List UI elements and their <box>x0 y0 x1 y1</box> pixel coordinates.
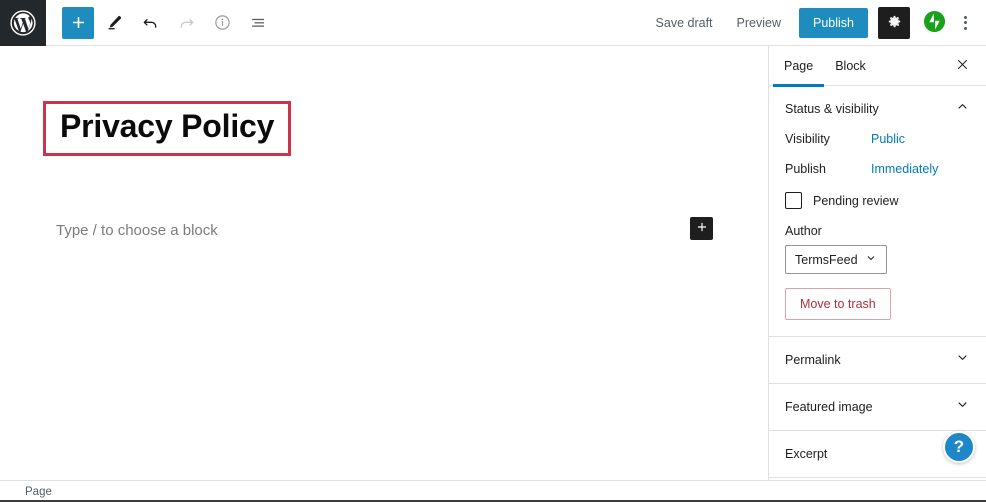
publish-button[interactable]: Publish <box>799 7 868 38</box>
panel-featured-image-title: Featured image <box>785 400 873 414</box>
visibility-value-button[interactable]: Public <box>871 132 905 146</box>
panel-excerpt-title: Excerpt <box>785 447 828 461</box>
save-draft-button[interactable]: Save draft <box>644 8 725 38</box>
inline-block-inserter-button[interactable] <box>690 217 713 240</box>
plus-icon <box>69 13 88 32</box>
visibility-row: Visibility Public <box>785 132 970 146</box>
publish-date-value-button[interactable]: Immediately <box>871 162 938 176</box>
post-details-button[interactable] <box>206 7 238 39</box>
tools-pencil-button[interactable] <box>98 7 130 39</box>
pending-review-checkbox[interactable] <box>785 192 802 209</box>
panel-status-visibility-body: Visibility Public Publish Immediately Pe… <box>769 132 986 336</box>
tab-block[interactable]: Block <box>824 46 877 86</box>
chevron-down-icon <box>865 252 877 267</box>
top-bar-left-tools <box>46 6 274 39</box>
list-view-icon <box>249 13 268 32</box>
undo-arrow-icon <box>141 13 160 32</box>
list-view-button[interactable] <box>242 7 274 39</box>
sidebar-tabs: Page Block <box>769 46 986 87</box>
panel-status-visibility: Status & visibility Visibility Public Pu… <box>769 86 986 337</box>
pencil-icon <box>105 13 124 32</box>
undo-button[interactable] <box>134 7 166 39</box>
pending-review-label: Pending review <box>813 193 899 208</box>
jetpack-button[interactable] <box>918 7 950 39</box>
visibility-label: Visibility <box>785 132 830 146</box>
post-title-annotation-box: Privacy Policy <box>43 101 292 156</box>
author-select[interactable]: TermsFeed <box>785 245 887 274</box>
top-bar-right-tools: Save draft Preview Publish <box>644 6 986 39</box>
breadcrumb: Page <box>25 485 52 498</box>
panel-permalink-header[interactable]: Permalink <box>769 337 986 383</box>
close-sidebar-button[interactable] <box>946 50 978 82</box>
panel-permalink-title: Permalink <box>785 353 841 367</box>
editor-top-bar: Save draft Preview Publish <box>0 0 986 46</box>
three-dots-vertical-icon <box>963 15 967 30</box>
redo-arrow-icon <box>177 13 196 32</box>
wordpress-logo-button[interactable] <box>0 0 46 46</box>
publish-date-label: Publish <box>785 162 826 176</box>
editor-canvas[interactable]: Privacy Policy Type / to choose a block <box>0 46 768 480</box>
chevron-down-icon <box>955 397 970 417</box>
panel-permalink: Permalink <box>769 337 986 384</box>
jetpack-bolt-icon <box>923 10 946 36</box>
chevron-up-icon <box>955 99 970 119</box>
preview-button[interactable]: Preview <box>725 8 793 38</box>
author-select-value: TermsFeed <box>795 252 858 267</box>
redo-button[interactable] <box>170 7 202 39</box>
wordpress-logo-icon <box>10 9 36 36</box>
gear-icon <box>886 13 903 33</box>
empty-block-placeholder[interactable]: Type / to choose a block <box>56 222 218 239</box>
more-options-button[interactable] <box>952 7 978 39</box>
tab-page[interactable]: Page <box>773 46 825 87</box>
panel-status-visibility-title: Status & visibility <box>785 102 879 116</box>
settings-button[interactable] <box>878 6 910 39</box>
publish-date-row: Publish Immediately <box>785 162 970 176</box>
move-to-trash-button[interactable]: Move to trash <box>785 288 891 320</box>
close-icon <box>955 57 970 75</box>
chevron-down-icon <box>955 350 970 370</box>
editor-status-bar: Page <box>0 480 986 502</box>
post-title-input[interactable]: Privacy Policy <box>60 109 274 144</box>
panel-status-visibility-header[interactable]: Status & visibility <box>769 86 986 132</box>
settings-sidebar: Page Block Status & visibility Visibilit… <box>768 46 986 480</box>
block-inserter-toggle-button[interactable] <box>62 6 94 39</box>
pending-review-row: Pending review <box>785 192 970 209</box>
author-label: Author <box>785 224 822 238</box>
info-circle-icon <box>213 13 232 32</box>
plus-icon <box>695 220 709 237</box>
wordpress-block-editor: Save draft Preview Publish Privacy Polic… <box>0 0 986 502</box>
panel-featured-image-header[interactable]: Featured image <box>769 384 986 430</box>
help-button[interactable]: ? <box>943 431 975 463</box>
panel-featured-image: Featured image <box>769 384 986 431</box>
post-title-highlight: Privacy Policy <box>43 101 292 156</box>
